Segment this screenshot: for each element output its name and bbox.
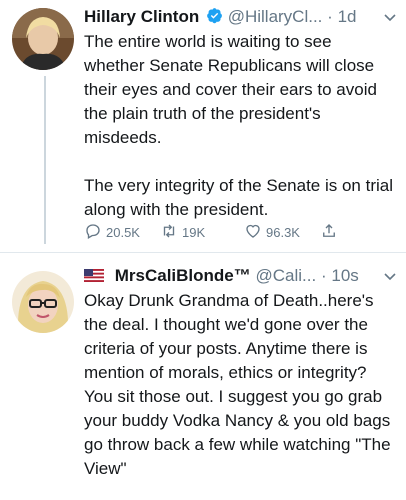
- tweet-reply[interactable]: MrsCaliBlonde™ @Cali... · 10s Okay Drunk…: [0, 253, 406, 500]
- share-icon: [320, 222, 338, 243]
- reply-icon: [84, 222, 102, 243]
- reply-count: 20.5K: [106, 225, 140, 240]
- author-handle[interactable]: @HillaryCl...: [228, 7, 323, 26]
- verified-badge-icon: [206, 7, 223, 24]
- author-name[interactable]: MrsCaliBlonde™: [115, 266, 251, 285]
- retweet-button[interactable]: 19K: [160, 222, 205, 243]
- share-button[interactable]: [320, 222, 338, 243]
- tweet-header: Hillary Clinton @HillaryCl... · 1d: [84, 6, 398, 28]
- separator-dot: ·: [327, 7, 333, 26]
- avatar[interactable]: [12, 8, 74, 70]
- retweet-icon: [160, 222, 178, 243]
- thread-line: [44, 76, 46, 244]
- author-handle[interactable]: @Cali...: [256, 266, 317, 285]
- tweet-paragraph: The very integrity of the Senate is on t…: [84, 176, 393, 219]
- tweet-paragraph: Okay Drunk Grandma of Death..here's the …: [84, 291, 391, 478]
- us-flag-icon: [84, 266, 104, 282]
- retweet-count: 19K: [182, 225, 206, 240]
- like-count: 96.3K: [266, 225, 300, 240]
- tweet-hillary[interactable]: Hillary Clinton @HillaryCl... · 1d The e…: [0, 0, 406, 252]
- tweet-paragraph: The entire world is waiting to see wheth…: [84, 32, 377, 147]
- tweet-header: MrsCaliBlonde™ @Cali... · 10s: [84, 265, 398, 287]
- heart-icon: [244, 222, 262, 243]
- tweet-text: The entire world is waiting to see wheth…: [84, 30, 396, 222]
- timestamp[interactable]: 1d: [338, 7, 357, 26]
- tweet-actions: 20.5K 19K 96.3K: [84, 222, 384, 242]
- reply-button[interactable]: 20.5K: [84, 222, 140, 243]
- author-name[interactable]: Hillary Clinton: [84, 7, 199, 26]
- separator-dot: ·: [320, 266, 327, 285]
- like-button[interactable]: 96.3K: [244, 222, 300, 243]
- avatar[interactable]: [12, 271, 74, 333]
- tweet-text: Okay Drunk Grandma of Death..here's the …: [84, 289, 396, 481]
- timestamp[interactable]: 10s: [331, 266, 358, 285]
